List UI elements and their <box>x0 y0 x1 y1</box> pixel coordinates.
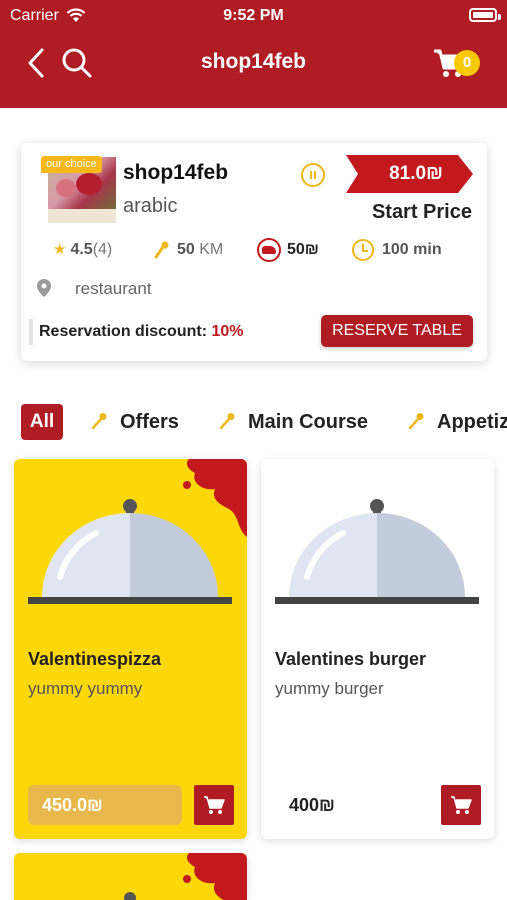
reservation-discount: Reservation discount: 10% <box>29 319 244 345</box>
red-splash-decoration <box>183 853 247 900</box>
time-value: 100 <box>382 241 409 258</box>
pause-icon[interactable] <box>301 163 325 187</box>
shop-stats-row: ★ 4.5(4) 50 KM 50₪ 100 min <box>21 235 487 265</box>
tab-offers-label: Offers <box>120 411 179 433</box>
product-card[interactable]: Valentinespizza yummy yummy 450.0₪ <box>14 459 247 839</box>
product-card[interactable] <box>14 853 247 900</box>
delivery-fee-stat: 50₪ <box>257 235 319 265</box>
add-to-cart-button[interactable] <box>441 785 481 825</box>
distance-stat: 50 KM <box>153 235 223 265</box>
star-icon: ★ <box>53 241 67 258</box>
start-price-flag: 81.0₪ <box>346 155 473 193</box>
reserve-table-button[interactable]: RESERVE TABLE <box>321 315 473 347</box>
rating-count: (4) <box>92 241 113 258</box>
spoon-icon <box>408 412 424 429</box>
tab-appetizers[interactable]: Appetizers <box>407 402 507 442</box>
location-text: restaurant <box>75 279 152 298</box>
spoon-icon <box>91 412 107 429</box>
distance-icon <box>154 241 169 259</box>
product-card[interactable]: Valentines burger yummy burger 400₪ <box>261 459 494 839</box>
tab-offers[interactable]: Offers <box>90 402 179 442</box>
rating-value: 4.5 <box>70 241 93 258</box>
delivery-time-stat: 100 min <box>352 235 442 265</box>
app-header: Carrier 9:52 PM shop14feb 0 <box>0 0 507 108</box>
discount-label: Reservation discount: <box>39 323 208 340</box>
product-name: Valentines burger <box>275 649 427 669</box>
status-bar: Carrier 9:52 PM <box>0 6 507 28</box>
product-description: yummy burger <box>275 679 384 698</box>
page-title: shop14feb <box>200 50 307 73</box>
our-choice-badge: our choice <box>41 156 102 173</box>
spoon-icon <box>219 412 235 429</box>
cloche-icon <box>28 499 232 604</box>
start-price-label: Start Price <box>371 201 472 223</box>
tab-main-course[interactable]: Main Course <box>218 402 368 442</box>
location-pin-icon <box>37 279 51 297</box>
cloche-icon <box>275 499 479 604</box>
tab-main-course-label: Main Course <box>248 411 369 433</box>
rose-shape <box>56 179 76 197</box>
battery-icon <box>469 8 497 22</box>
distance-value: 50 <box>177 241 195 258</box>
sign-shape <box>48 209 116 223</box>
shop-cuisine: arabic <box>123 195 178 217</box>
cart-count-badge[interactable]: 0 <box>454 50 480 76</box>
product-price: 450.0₪ <box>28 785 182 825</box>
product-description: yummy yummy <box>28 679 143 698</box>
tab-all[interactable]: All <box>21 404 63 440</box>
tab-appetizers-label: Appetizers <box>437 411 507 433</box>
product-price: 400₪ <box>289 795 335 815</box>
rating-stat: ★ 4.5(4) <box>53 235 112 265</box>
distance-unit: KM <box>199 241 224 258</box>
add-to-cart-button[interactable] <box>194 785 234 825</box>
delivery-fee-value: 50₪ <box>287 241 319 258</box>
rose-shape <box>76 173 102 195</box>
cart-icon <box>204 796 225 814</box>
start-price-value: 81.0₪ <box>389 163 443 184</box>
product-name: Valentinespizza <box>28 649 162 669</box>
clock-time: 9:52 PM <box>223 7 284 24</box>
cloche-handle-icon <box>124 892 136 900</box>
clock-icon <box>352 238 374 261</box>
time-unit: min <box>413 241 442 258</box>
battery-tip <box>498 14 501 20</box>
discount-value: 10% <box>211 323 244 340</box>
shop-info-card: our choice shop14feb arabic 81.0₪ Start … <box>21 143 487 361</box>
delivery-scooter-icon <box>257 237 281 262</box>
shop-name: shop14feb <box>123 161 229 184</box>
category-tabs: All Offers Main Course Appetizers <box>0 402 507 442</box>
cart-icon <box>451 796 472 814</box>
